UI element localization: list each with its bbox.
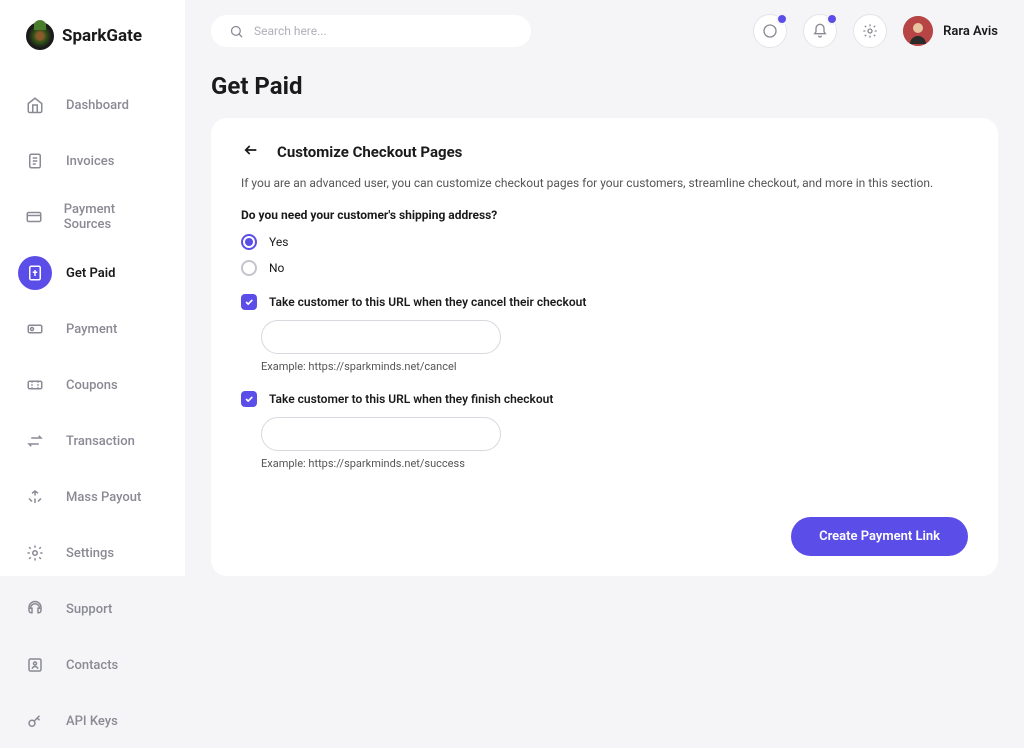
sidebar-item-payment-sources[interactable]: Payment Sources xyxy=(8,190,177,244)
card-title: Customize Checkout Pages xyxy=(277,143,462,161)
checkbox-label: Take customer to this URL when they fini… xyxy=(269,392,553,406)
payment-icon xyxy=(18,312,52,346)
sidebar-item-coupons[interactable]: Coupons xyxy=(8,358,177,412)
sidebar-item-label: Support xyxy=(66,602,112,617)
sidebar-item-api-keys[interactable]: API Keys xyxy=(8,694,177,748)
finish-url-check[interactable]: Take customer to this URL when they fini… xyxy=(241,391,968,407)
checkbox-input[interactable] xyxy=(241,294,257,310)
cancel-url-check[interactable]: Take customer to this URL when they canc… xyxy=(241,294,968,310)
user-menu[interactable]: Rara Avis xyxy=(903,16,998,46)
search-icon xyxy=(229,24,244,39)
messages-button[interactable] xyxy=(753,14,787,48)
coupon-icon xyxy=(18,368,52,402)
sidebar-item-label: Transaction xyxy=(66,434,135,449)
sidebar-item-label: Settings xyxy=(66,546,114,561)
sidebar-item-label: Coupons xyxy=(66,378,118,393)
home-icon xyxy=(18,88,52,122)
brand-logo[interactable]: SparkGate xyxy=(0,22,185,78)
sidebar-item-get-paid[interactable]: Get Paid xyxy=(8,246,177,300)
sidebar-nav: Dashboard Invoices Payment Sources Get P… xyxy=(0,78,185,748)
sidebar-item-label: Get Paid xyxy=(66,266,115,281)
topbar: Rara Avis xyxy=(211,14,998,48)
create-payment-link-button[interactable]: Create Payment Link xyxy=(791,517,968,556)
key-icon xyxy=(18,704,52,738)
paid-icon xyxy=(18,256,52,290)
sidebar-item-settings[interactable]: Settings xyxy=(8,526,177,580)
radio-group: Yes No xyxy=(241,234,968,276)
check-icon xyxy=(244,297,254,307)
finish-url-example: Example: https://sparkminds.net/success xyxy=(261,457,968,470)
sidebar-item-label: Payment Sources xyxy=(64,202,159,232)
radio-yes[interactable]: Yes xyxy=(241,234,968,250)
sidebar-item-contacts[interactable]: Contacts xyxy=(8,638,177,692)
sidebar-item-label: Dashboard xyxy=(66,98,129,113)
sidebar-item-label: API Keys xyxy=(66,714,118,729)
contacts-icon xyxy=(18,648,52,682)
settings-button[interactable] xyxy=(853,14,887,48)
card-icon xyxy=(18,200,50,234)
sidebar-item-invoices[interactable]: Invoices xyxy=(8,134,177,188)
sidebar-item-label: Payment xyxy=(66,322,117,337)
brand-name: SparkGate xyxy=(62,26,142,46)
payout-icon xyxy=(18,480,52,514)
user-name: Rara Avis xyxy=(943,24,998,39)
sidebar-item-support[interactable]: Support xyxy=(8,582,177,636)
sidebar-item-mass-payout[interactable]: Mass Payout xyxy=(8,470,177,524)
checkout-card: Customize Checkout Pages If you are an a… xyxy=(211,118,998,576)
sidebar: SparkGate Dashboard Invoices Payment Sou… xyxy=(0,0,185,576)
search-input[interactable] xyxy=(254,24,513,38)
cancel-url-example: Example: https://sparkminds.net/cancel xyxy=(261,360,968,373)
check-icon xyxy=(244,394,254,404)
radio-input[interactable] xyxy=(241,234,257,250)
bell-icon xyxy=(812,23,828,39)
main-content: Rara Avis Get Paid Customize Checkout Pa… xyxy=(185,0,1024,576)
card-header: Customize Checkout Pages xyxy=(241,142,968,162)
radio-input[interactable] xyxy=(241,260,257,276)
notifications-button[interactable] xyxy=(803,14,837,48)
shipping-question: Do you need your customer's shipping add… xyxy=(241,208,968,222)
sidebar-item-dashboard[interactable]: Dashboard xyxy=(8,78,177,132)
radio-no[interactable]: No xyxy=(241,260,968,276)
page-title: Get Paid xyxy=(211,72,998,100)
sidebar-item-label: Contacts xyxy=(66,658,118,673)
radio-label: No xyxy=(269,261,284,275)
cancel-url-input[interactable] xyxy=(261,320,501,354)
card-description: If you are an advanced user, you can cus… xyxy=(241,176,968,190)
radio-label: Yes xyxy=(269,235,288,249)
sidebar-item-label: Invoices xyxy=(66,154,114,169)
transaction-icon xyxy=(18,424,52,458)
chat-icon xyxy=(762,23,778,39)
checkbox-label: Take customer to this URL when they canc… xyxy=(269,295,586,309)
back-button[interactable] xyxy=(241,142,261,162)
support-icon xyxy=(18,592,52,626)
settings-icon xyxy=(18,536,52,570)
brand-logo-icon xyxy=(26,22,54,50)
sidebar-item-label: Mass Payout xyxy=(66,490,141,505)
sidebar-item-payment[interactable]: Payment xyxy=(8,302,177,356)
avatar xyxy=(903,16,933,46)
arrow-left-icon xyxy=(241,142,261,158)
search-box[interactable] xyxy=(211,15,531,47)
invoice-icon xyxy=(18,144,52,178)
checkbox-input[interactable] xyxy=(241,391,257,407)
sidebar-item-transaction[interactable]: Transaction xyxy=(8,414,177,468)
finish-url-input[interactable] xyxy=(261,417,501,451)
gear-icon xyxy=(862,23,878,39)
